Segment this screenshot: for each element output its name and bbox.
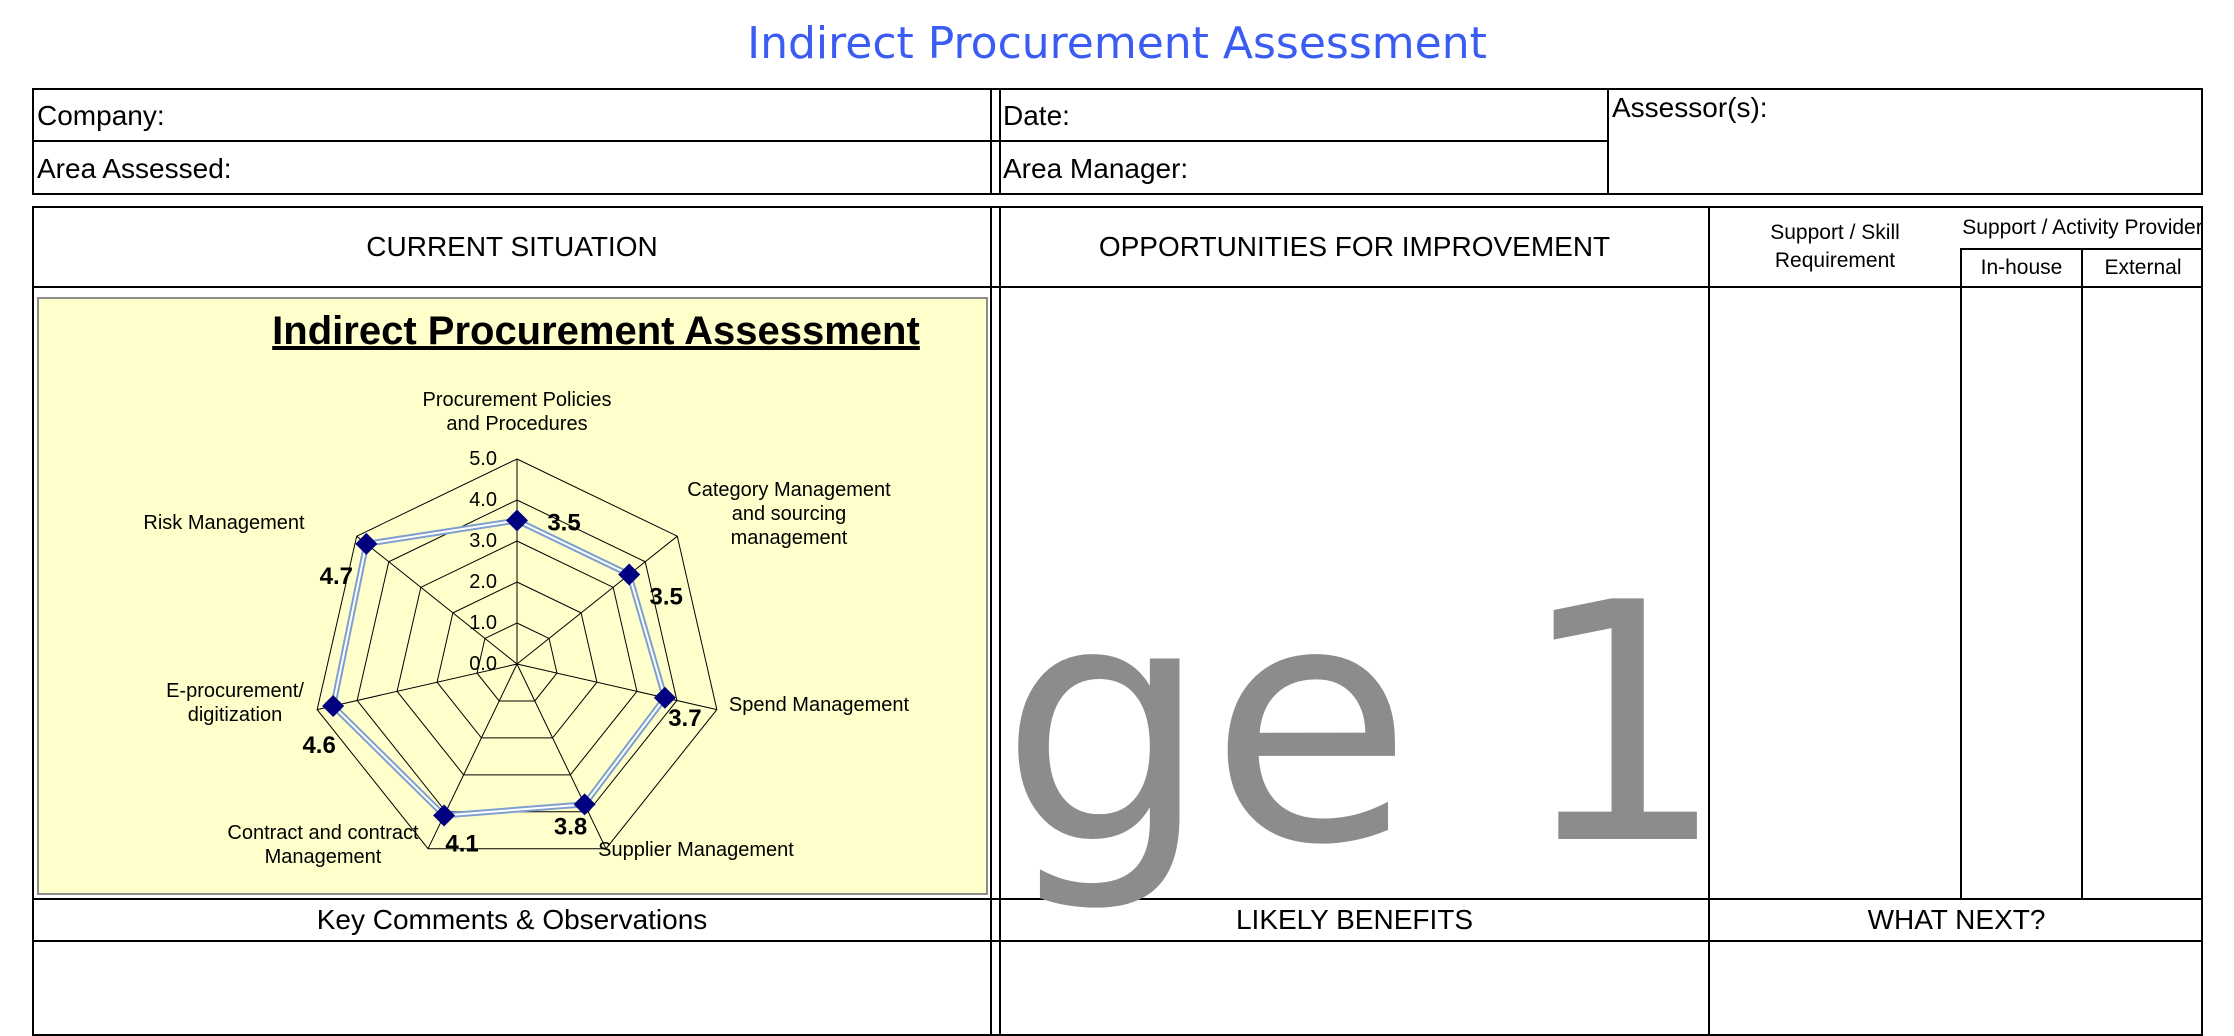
what-next-header: WHAT NEXT? xyxy=(1867,904,2046,935)
radar-chart-panel: Indirect Procurement Assessment 0.0 1.0 2.… xyxy=(37,297,988,895)
external-header: External xyxy=(2104,256,2182,279)
data-label: 3.5 xyxy=(547,510,580,537)
key-comments-header: Key Comments & Observations xyxy=(316,904,708,935)
category-label: E-procurement/digitization xyxy=(166,680,304,726)
category-label: Contract and contract Management xyxy=(227,822,419,868)
company-label: Company: xyxy=(37,100,165,131)
grid-spoke xyxy=(516,663,717,711)
support-skill-header: Support / Skill Requirement xyxy=(1770,221,1900,272)
current-situation-header: CURRENT SITUATION xyxy=(366,231,658,262)
page-title: Indirect Procurement Assessment xyxy=(747,18,1487,69)
category-label: Supplier Management xyxy=(598,839,794,861)
page-watermark: ge 1 xyxy=(1000,533,1728,917)
category-label: Procurement Policies and Procedures xyxy=(423,389,612,435)
support-provider-header: Support / Activity Provider xyxy=(1962,216,2203,239)
tick-label: 2.0 xyxy=(469,571,497,593)
in-house-header: In-house xyxy=(1980,256,2063,279)
data-label: 4.7 xyxy=(320,563,353,590)
tick-label: 3.0 xyxy=(469,530,497,552)
area-assessed-label: Area Assessed: xyxy=(37,153,232,184)
tick-label: 4.0 xyxy=(469,489,497,511)
category-label: Spend Management xyxy=(729,694,910,716)
data-label: 3.7 xyxy=(668,705,701,732)
assessors-label: Assessor(s): xyxy=(1612,92,1768,123)
tick-label: 5.0 xyxy=(469,448,497,470)
data-label: 4.6 xyxy=(302,732,335,759)
date-label: Date: xyxy=(1003,100,1070,131)
category-label: Risk Management xyxy=(143,512,305,534)
area-manager-label: Area Manager: xyxy=(1003,153,1189,184)
data-point xyxy=(618,563,641,586)
tick-label: 1.0 xyxy=(469,612,497,634)
tick-label: 0.0 xyxy=(469,653,497,675)
radar-chart: Indirect Procurement Assessment 0.0 1.0 2.… xyxy=(143,309,920,868)
category-label: Category Management and sourcing managemen… xyxy=(687,479,891,549)
opportunities-header: OPPORTUNITIES FOR IMPROVEMENT xyxy=(1098,231,1611,262)
grid-spoke xyxy=(356,535,518,665)
data-label: 4.1 xyxy=(445,830,478,857)
data-point xyxy=(355,532,378,555)
data-point xyxy=(506,509,528,532)
chart-title: Indirect Procurement Assessment xyxy=(272,309,920,353)
data-label: 3.8 xyxy=(554,813,587,840)
data-label: 3.5 xyxy=(650,584,683,611)
